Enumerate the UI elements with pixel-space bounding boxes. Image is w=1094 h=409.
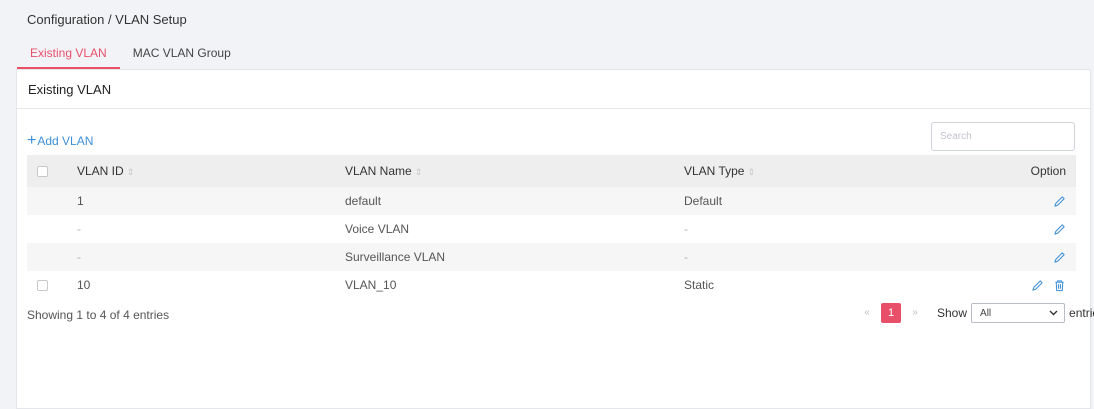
- sort-icon: ⇕: [747, 167, 756, 177]
- cell-vlan-name: Surveillance VLAN: [345, 243, 684, 271]
- trash-icon[interactable]: [1053, 279, 1066, 292]
- cell-vlan-id: 10: [77, 278, 91, 292]
- cell-vlan-type: -: [684, 222, 688, 236]
- tab-bar: Existing VLAN MAC VLAN Group: [17, 38, 244, 69]
- table-row: 10 VLAN_10 Static: [27, 271, 1076, 299]
- cell-vlan-type: Static: [684, 278, 715, 292]
- table-row: 1 default Default: [27, 187, 1076, 215]
- cell-vlan-name: default: [345, 187, 684, 215]
- breadcrumb: Configuration / VLAN Setup: [27, 12, 187, 27]
- next-page-button[interactable]: »: [905, 303, 925, 323]
- cell-vlan-id: -: [69, 243, 345, 271]
- header-vlan-name[interactable]: VLAN Name ⇕: [345, 155, 684, 187]
- edit-icon[interactable]: [1053, 251, 1066, 264]
- tab-mac-vlan-group[interactable]: MAC VLAN Group: [120, 38, 244, 69]
- header-vlan-type[interactable]: VLAN Type ⇕: [684, 155, 984, 187]
- page-size-value: All: [980, 307, 992, 319]
- cell-vlan-id: 1: [69, 187, 345, 215]
- entries-info: Showing 1 to 4 of 4 entries: [27, 308, 170, 322]
- plus-icon: +: [27, 132, 37, 149]
- table-header-row: VLAN ID ⇕ VLAN Name ⇕ VLAN Type ⇕ Option: [27, 155, 1076, 187]
- row-checkbox[interactable]: [37, 280, 48, 292]
- cell-vlan-type: -: [684, 243, 984, 271]
- panel-title: Existing VLAN: [17, 70, 1090, 109]
- edit-icon[interactable]: [1053, 195, 1066, 208]
- entries-label: entries: [1069, 306, 1094, 320]
- page-size-select[interactable]: All: [971, 303, 1066, 323]
- add-vlan-label: Add VLAN: [37, 134, 94, 148]
- vlan-table: VLAN ID ⇕ VLAN Name ⇕ VLAN Type ⇕ Option 1 …: [27, 155, 1076, 299]
- sort-icon: ⇕: [126, 167, 135, 177]
- cell-vlan-name: Voice VLAN: [345, 222, 410, 236]
- page-button-1[interactable]: 1: [881, 303, 901, 323]
- add-vlan-button[interactable]: + Add VLAN: [27, 132, 94, 149]
- header-vlan-id[interactable]: VLAN ID ⇕: [69, 155, 345, 187]
- sort-icon: ⇕: [414, 167, 423, 177]
- prev-page-button[interactable]: «: [857, 303, 877, 323]
- show-label: Show: [937, 306, 968, 320]
- edit-icon[interactable]: [1053, 223, 1066, 236]
- select-all-checkbox[interactable]: [37, 166, 48, 178]
- cell-vlan-name: VLAN_10: [345, 278, 397, 292]
- cell-vlan-id: -: [77, 222, 81, 236]
- header-option: Option: [984, 155, 1076, 187]
- table-row: - Voice VLAN -: [27, 215, 1076, 243]
- search-input[interactable]: [931, 122, 1075, 151]
- tab-existing-vlan[interactable]: Existing VLAN: [17, 38, 120, 69]
- existing-vlan-panel: Existing VLAN + Add VLAN VLAN ID⇕ VLAN N…: [16, 69, 1094, 409]
- cell-vlan-type: Default: [684, 187, 984, 215]
- edit-icon[interactable]: [1031, 279, 1044, 292]
- pagination: « 1 » Show All entries: [857, 303, 1094, 323]
- table-row: - Surveillance VLAN -: [27, 243, 1076, 271]
- chevron-down-icon: [1049, 310, 1058, 316]
